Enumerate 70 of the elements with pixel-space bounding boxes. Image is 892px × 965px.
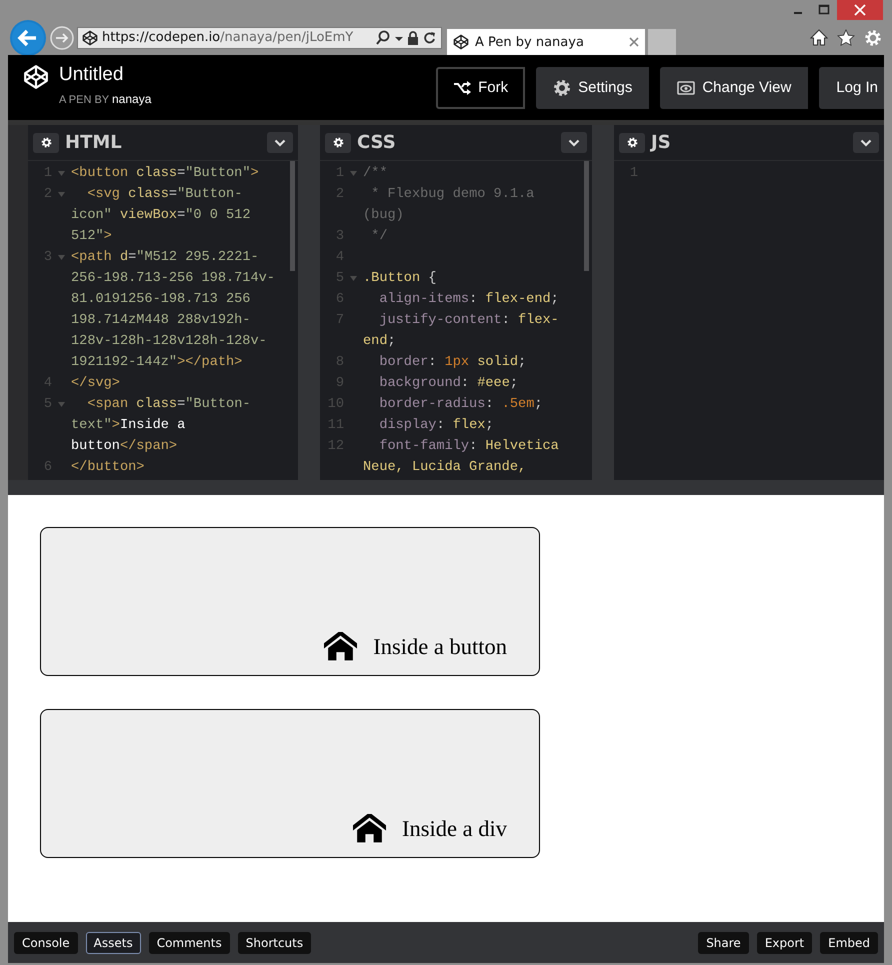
eye-icon xyxy=(677,80,696,94)
gear-icon xyxy=(40,137,52,148)
code-line: border: 1px solid; xyxy=(378,354,528,372)
code-line: * Flexbug demo 9.1.a (bug) xyxy=(363,186,536,225)
scrollbar-thumb[interactable] xyxy=(584,161,589,271)
code-line: */ xyxy=(370,228,388,246)
code-line: <path d="M512 295.2221-256-198.713-256 198.714v-81.0191256-198.713 256 198.714zM448 288v192h-128v-128h-128v128h-128v-1921192-144z"></path> xyxy=(71,249,276,372)
code-line: <svg class="Button-icon" viewBox="0 0 512 512"> xyxy=(71,186,252,246)
editor-settings-button[interactable] xyxy=(325,132,351,152)
scrollbar-thumb[interactable] xyxy=(290,161,295,271)
collapse-button[interactable] xyxy=(267,132,293,153)
close-icon[interactable] xyxy=(629,37,639,47)
collapse-button[interactable] xyxy=(853,132,879,153)
login-button[interactable]: Log In xyxy=(819,66,884,108)
lock-icon xyxy=(407,30,419,46)
code-line: <span class="Button-text">Inside a button</span> xyxy=(71,396,252,456)
url-text: https://codepen.io/nanaya/pen/jLoEmY xyxy=(102,30,354,45)
collapse-button[interactable] xyxy=(561,132,587,153)
code-line: /** xyxy=(363,165,388,183)
editor-settings-button[interactable] xyxy=(619,132,645,152)
chevron-down-icon xyxy=(568,138,580,146)
search-icon[interactable] xyxy=(375,30,391,46)
footer-button[interactable]: Export xyxy=(756,932,812,954)
code-line: display: flex; xyxy=(378,417,495,435)
code-line: </svg> xyxy=(71,375,121,393)
browser-tab[interactable]: A Pen by nanaya xyxy=(447,29,645,55)
back-icon[interactable] xyxy=(9,18,47,56)
code-line: </button> xyxy=(71,459,146,477)
demo-text: Inside a button xyxy=(373,634,507,660)
code-line: <button class="Button"> xyxy=(71,165,260,183)
home-icon xyxy=(353,814,386,843)
refresh-icon[interactable] xyxy=(423,30,437,46)
fork-button[interactable]: Fork xyxy=(436,66,526,108)
demo-text: Inside a div xyxy=(402,816,507,842)
code-line: background: #eee; xyxy=(378,375,520,393)
footer-button[interactable]: Share xyxy=(698,932,749,954)
codepen-logo-icon xyxy=(82,30,98,46)
code-line: align-items: flex-end; xyxy=(378,291,560,309)
footer-button[interactable]: Console xyxy=(14,932,78,954)
footer-button[interactable]: Embed xyxy=(820,932,878,954)
gear-icon xyxy=(626,137,638,148)
address-bar[interactable]: https://codepen.io/nanaya/pen/jLoEmY xyxy=(77,26,442,48)
home-icon xyxy=(324,632,358,661)
star-icon[interactable] xyxy=(837,28,855,46)
editor-title: CSS xyxy=(357,132,397,153)
settings-icon[interactable] xyxy=(864,28,882,46)
code-line: border-radius: .5em; xyxy=(378,396,544,414)
footer-button[interactable]: Assets xyxy=(86,932,141,954)
chevron-down-icon xyxy=(860,138,872,146)
change-view-button[interactable]: Change View xyxy=(660,66,808,108)
codepen-logo-icon xyxy=(453,34,469,50)
footer-button[interactable]: Comments xyxy=(148,932,230,954)
editor-settings-button[interactable] xyxy=(33,132,59,152)
chevron-down-icon xyxy=(274,138,286,146)
fork-icon xyxy=(453,80,472,94)
editor-title: HTML xyxy=(65,132,123,153)
pen-title[interactable]: Untitled xyxy=(59,64,152,86)
codepen-logo-icon[interactable] xyxy=(23,64,49,90)
close-icon[interactable] xyxy=(837,0,883,20)
code-line: .Button { xyxy=(363,270,438,288)
editor-title: JS xyxy=(651,132,672,153)
gear-icon xyxy=(553,78,572,96)
code-line: font-family: Helvetica Neue, Lucida Grande, xyxy=(363,438,560,477)
code-line: justify-content: flex-end; xyxy=(363,312,560,351)
forward-icon[interactable] xyxy=(50,26,74,50)
footer-button[interactable]: Shortcuts xyxy=(238,932,312,954)
home-icon[interactable] xyxy=(810,28,828,46)
gear-icon xyxy=(332,137,344,148)
settings-button[interactable]: Settings xyxy=(536,66,650,108)
pen-byline: A PEN BY nanaya xyxy=(59,92,152,106)
